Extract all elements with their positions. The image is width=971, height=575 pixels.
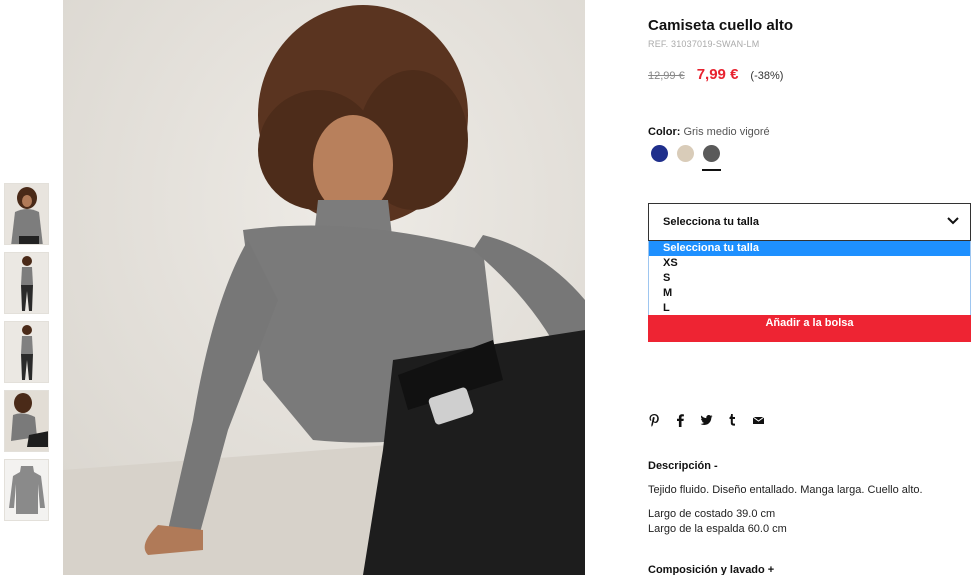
thumbnail-2-image <box>5 253 48 313</box>
size-dropdown-list: Selecciona tu talla XS S M L <box>648 241 971 317</box>
product-info-panel: Camiseta cuello alto REF. 31037019-SWAN-… <box>648 0 971 575</box>
size-option-placeholder[interactable]: Selecciona tu talla <box>649 241 970 256</box>
discount-badge: (-38%) <box>750 70 784 82</box>
sale-price: 7,99 € <box>696 66 739 83</box>
swatch-grey[interactable] <box>702 145 721 171</box>
email-icon[interactable] <box>752 413 765 427</box>
color-swatches <box>651 145 721 171</box>
color-label: Color: <box>648 126 681 138</box>
size-select-label: Selecciona tu talla <box>663 216 759 228</box>
thumbnail-1[interactable] <box>4 183 49 245</box>
swatch-navy[interactable] <box>651 145 668 162</box>
old-price: 12,99 € <box>648 70 685 82</box>
size-option-m[interactable]: M <box>649 286 970 301</box>
measure-back: Largo de la espalda 60.0 cm <box>648 523 787 535</box>
size-option-l[interactable]: L <box>649 301 970 316</box>
description-toggle[interactable]: Descripción - <box>648 460 718 472</box>
thumbnail-4-image <box>5 391 48 451</box>
tumblr-icon[interactable] <box>726 413 739 427</box>
thumbnail-3-image <box>5 322 48 382</box>
thumbnail-5[interactable] <box>4 459 49 521</box>
color-value: Gris medio vigoré <box>683 126 770 138</box>
share-icons <box>648 413 765 427</box>
thumbnail-5-image <box>5 460 48 520</box>
product-reference: REF. 31037019-SWAN-LM <box>648 39 760 49</box>
thumbnail-2[interactable] <box>4 252 49 314</box>
size-option-s[interactable]: S <box>649 271 970 286</box>
thumbnail-gallery <box>4 183 49 528</box>
facebook-icon[interactable] <box>674 413 687 427</box>
chevron-down-icon <box>947 217 959 225</box>
measure-side: Largo de costado 39.0 cm <box>648 508 776 520</box>
thumbnail-4[interactable] <box>4 390 49 452</box>
description-text: Tejido fluido. Diseño entallado. Manga l… <box>648 484 923 496</box>
size-select[interactable]: Selecciona tu talla <box>648 203 971 241</box>
price-row: 12,99 € 7,99 € (-38%) <box>648 66 783 83</box>
main-product-image <box>63 0 585 575</box>
composition-toggle[interactable]: Composición y lavado + <box>648 564 774 575</box>
thumbnail-1-image <box>5 184 48 244</box>
size-option-xs[interactable]: XS <box>649 256 970 271</box>
model-photo <box>63 0 585 575</box>
thumbnail-3[interactable] <box>4 321 49 383</box>
add-to-bag-button[interactable]: Añadir a la bolsa <box>648 315 971 342</box>
product-title: Camiseta cuello alto <box>648 17 794 34</box>
pinterest-icon[interactable] <box>648 413 661 427</box>
twitter-icon[interactable] <box>700 413 713 427</box>
swatch-beige[interactable] <box>677 145 694 162</box>
color-label-line: Color: Gris medio vigoré <box>648 126 770 138</box>
